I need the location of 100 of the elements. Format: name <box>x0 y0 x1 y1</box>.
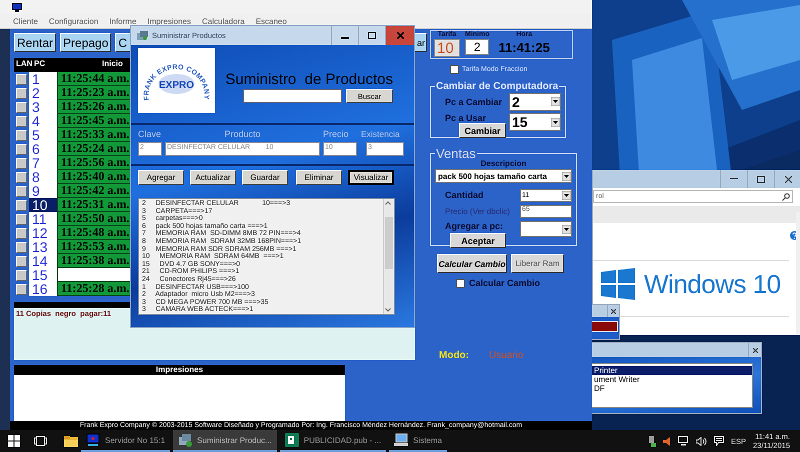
caret-icon <box>562 190 571 200</box>
device-icon <box>648 436 656 446</box>
action-button[interactable]: Agregar <box>138 170 184 185</box>
table-cell[interactable]: 12 <box>29 226 57 240</box>
maximize-icon <box>757 176 765 182</box>
calculate-button[interactable]: Calcular Cambio <box>437 254 507 273</box>
task-view-icon <box>34 436 47 446</box>
mode-label: Modo: <box>439 350 469 361</box>
table-cell[interactable]: 16 <box>29 282 57 296</box>
table-cell[interactable]: 14 <box>29 254 57 268</box>
caret-icon <box>562 224 571 234</box>
menu-item[interactable]: Informe <box>109 16 136 26</box>
free-ram-button[interactable]: Liberar Ram <box>511 254 564 273</box>
toolbar-button[interactable]: Prepago <box>60 33 112 52</box>
taskbar-item[interactable]: Servidor No 15:1 <box>81 430 170 452</box>
checkbox[interactable] <box>456 278 465 288</box>
close-button[interactable] <box>385 26 414 45</box>
group-title: Cambiar de Computadora <box>435 81 560 92</box>
taskbar-item[interactable]: Sistema <box>389 430 447 452</box>
close-icon <box>611 308 616 314</box>
dropdown[interactable]: pack 500 hojas tamaño carta <box>435 169 572 183</box>
dialog-heading: Suministro de Productos <box>225 71 393 88</box>
action-button[interactable]: Visualizar <box>348 170 394 185</box>
field-label: Pc a Cambiar <box>444 96 502 106</box>
list-item[interactable]: Printer <box>592 366 752 375</box>
input-field[interactable]: 2 <box>465 39 490 55</box>
mode-value: Usuario <box>489 350 524 361</box>
aceptar-button[interactable]: Aceptar <box>450 233 506 248</box>
caret-icon <box>551 97 560 106</box>
field-label: Pc a Usar <box>444 113 488 123</box>
table-cell[interactable]: 2 <box>29 86 57 100</box>
field-label: Producto <box>223 128 262 140</box>
taskbar-item[interactable]: Suministrar Produc... <box>173 430 277 452</box>
menu-item[interactable]: Escaneo <box>256 16 287 26</box>
column-header: PC <box>34 58 46 68</box>
window-icon <box>178 433 192 447</box>
dropdown[interactable] <box>520 221 572 237</box>
dropdown[interactable]: 2 <box>509 92 561 110</box>
caret-icon <box>551 118 560 126</box>
table-cell[interactable]: 5 <box>29 128 57 142</box>
field-label: Cantidad <box>444 190 484 200</box>
field-label: Clave <box>138 128 162 140</box>
table-cell[interactable]: 3 <box>29 100 57 114</box>
logo-text: Windows 10 <box>644 268 781 300</box>
menu-item[interactable]: Calculadora <box>202 16 245 26</box>
maximize-icon <box>368 32 376 39</box>
column-header: LAN <box>15 58 34 68</box>
monitor-icon <box>86 433 100 447</box>
computer-icon <box>394 433 408 447</box>
start-icon <box>8 435 20 447</box>
document-icon <box>284 433 299 447</box>
list-item[interactable]: DF <box>592 384 752 393</box>
table-cell[interactable]: 1 <box>29 72 57 86</box>
menu-item[interactable]: Configuracion <box>48 16 98 26</box>
field-label: Existencia <box>361 128 401 140</box>
dropdown[interactable]: 15 <box>509 113 561 131</box>
close-icon <box>784 176 792 182</box>
action-button[interactable]: Actualizar <box>190 170 236 185</box>
table-cell[interactable]: 6 <box>29 142 57 156</box>
table-cell[interactable]: 15 <box>29 268 57 282</box>
field-label: Precio (Ver dbclic) <box>444 206 510 216</box>
table-cell[interactable]: 13 <box>29 240 57 254</box>
column-header: Inicio <box>102 58 123 68</box>
checkbox[interactable] <box>450 64 459 74</box>
minimize-icon <box>730 178 738 180</box>
table-cell[interactable]: 7 <box>29 156 57 170</box>
folder-icon <box>64 436 78 446</box>
rate-field: 10 <box>434 39 460 57</box>
checkbox-label: Calcular Cambio <box>469 278 540 288</box>
volume-icon <box>696 436 707 446</box>
menu-item[interactable]: Impresiones <box>147 16 191 26</box>
menu-item[interactable]: Cliente <box>13 16 38 26</box>
window-icon <box>137 31 148 40</box>
list-item[interactable]: ument Writer <box>592 375 752 384</box>
toolbar-button[interactable]: Rentar <box>14 33 56 52</box>
notification-icon <box>714 436 724 446</box>
close-icon <box>752 348 758 352</box>
search-field[interactable] <box>243 89 342 103</box>
table-cell[interactable]: 8 <box>29 170 57 184</box>
field-label: Precio <box>323 128 350 140</box>
table-cell[interactable]: 4 <box>29 114 57 128</box>
monitor-icon <box>12 2 22 12</box>
speaker-icon <box>663 436 671 446</box>
action-button[interactable]: Eliminar <box>296 170 342 185</box>
taskbar-item[interactable]: PUBLICIDAD.pub - ... <box>280 430 386 452</box>
caret-icon <box>562 172 571 180</box>
network-icon <box>678 436 689 446</box>
close-button[interactable] <box>607 305 619 317</box>
field-label: Agregar a pc: <box>444 221 504 231</box>
search-icon <box>782 192 790 200</box>
action-button[interactable]: Guardar <box>242 170 288 185</box>
windows-logo-icon <box>601 268 635 300</box>
table-cell[interactable]: 10 <box>29 198 57 212</box>
close-button[interactable] <box>748 343 761 357</box>
cambiar-button[interactable]: Cambiar <box>459 123 506 138</box>
close-icon <box>396 32 404 39</box>
table-cell[interactable]: 11 <box>29 212 57 226</box>
scrollbar[interactable] <box>383 199 394 314</box>
table-cell[interactable]: 9 <box>29 184 57 198</box>
toolbar-button[interactable]: ar <box>414 33 427 52</box>
